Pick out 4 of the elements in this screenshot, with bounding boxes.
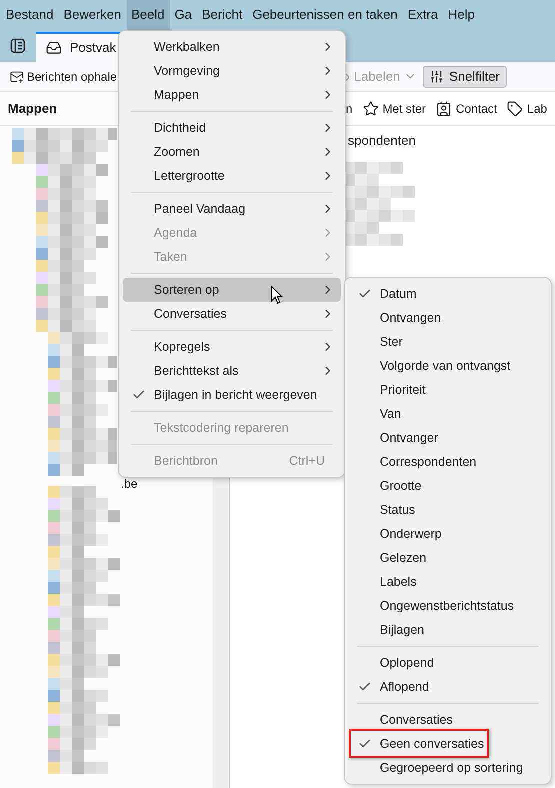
shortcut-label: Ctrl+U <box>289 452 325 470</box>
column-header: spondenten <box>348 132 416 150</box>
folder-name-fragment: .be <box>121 478 138 491</box>
pane-title: Mappen <box>8 100 58 118</box>
